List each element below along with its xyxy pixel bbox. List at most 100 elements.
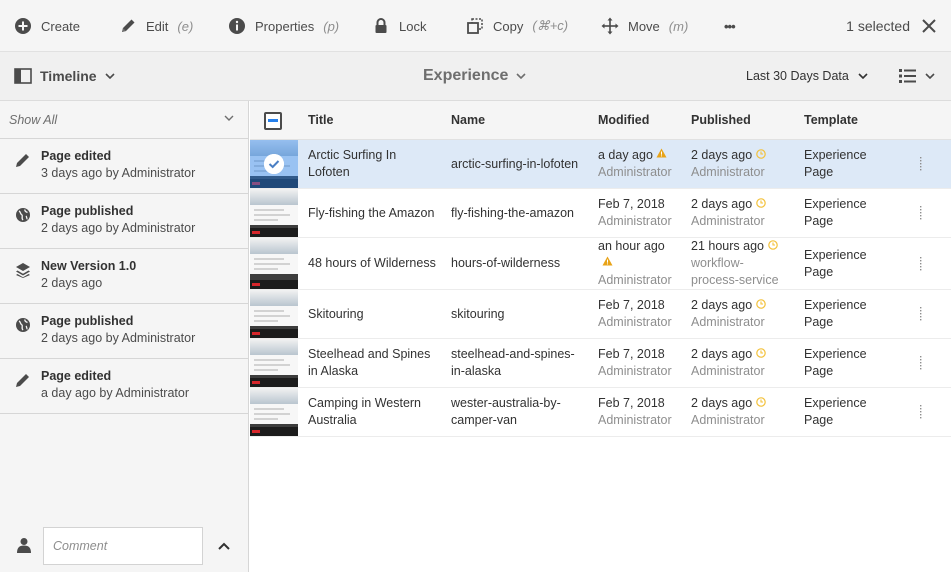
move-label: Move [628,18,660,34]
cell-published: 21 hours ago workflow-process-service [691,239,779,287]
table-row[interactable]: Fly-fishing the Amazon fly-fishing-the-am… [250,189,951,238]
timeline-item-meta: 2 days ago by Administrator [41,331,196,345]
create-label: Create [41,18,81,34]
copy-icon [466,17,484,35]
cell-modified: Feb 7, 2018 Administrator [598,396,672,427]
cell-title[interactable]: Fly-fishing the Amazon [308,205,448,222]
column-header-template[interactable]: Template [804,101,858,140]
page-thumbnail[interactable] [250,388,298,436]
cell-title[interactable]: Camping in Western Australia [308,395,448,429]
row-more-handle[interactable] [919,206,923,223]
close-selection-button[interactable] [921,18,937,34]
chevron-up-icon[interactable] [216,538,232,554]
thumbnail-image [250,238,298,289]
timeline-rail: Show All Page edited 3 days ago by Admin… [0,101,249,572]
properties-button[interactable]: Properties (p) [228,0,339,52]
chevron-down-icon [104,73,115,79]
view-switcher[interactable] [898,52,935,100]
column-header-modified[interactable]: Modified [598,101,649,140]
cell-name: arctic-surfing-in-lofoten [451,157,579,171]
row-more-handle[interactable] [919,356,923,373]
page-thumbnail[interactable] [250,339,298,387]
column-header-title[interactable]: Title [308,101,333,140]
chevron-down-icon [858,73,868,79]
page-title-label: Experience [423,67,509,84]
copy-button[interactable]: Copy (⌘+c) [466,0,568,52]
thumbnail-image [250,339,298,387]
header-toolbar: Timeline Experience Last 30 Days Data [0,52,951,101]
cell-title[interactable]: 48 hours of Wilderness [308,255,448,272]
properties-shortcut: (p) [323,18,340,34]
clock-icon [756,397,766,407]
comment-input[interactable] [43,527,203,565]
timeline-item[interactable]: Page published 2 days ago by Administrat… [0,194,248,249]
create-button[interactable]: Create [14,0,80,52]
timeline-item-meta: 3 days ago by Administrator [41,166,196,180]
drag-handle-icon [920,405,922,419]
timeline-filter-dropdown[interactable]: Show All [0,101,248,139]
add-circle-icon [14,17,32,35]
timeline-item[interactable]: Page edited a day ago by Administrator [0,359,248,414]
comment-area [0,526,248,572]
table-row[interactable]: Skitouring skitouring Feb 7, 2018 Administr… [250,290,951,339]
cell-title[interactable]: Steelhead and Spines in Alaska [308,346,448,380]
cell-template: Experience Page [804,396,867,427]
clock-icon [756,149,766,159]
pencil-icon [16,154,29,167]
timeline-item-title: Page edited [41,149,112,163]
pencil-icon [119,17,137,35]
cell-modified: Feb 7, 2018 Administrator [598,298,672,329]
timeline-item-title: New Version 1.0 [41,259,137,273]
row-more-handle[interactable] [919,307,923,324]
cell-template: Experience Page [804,347,867,378]
cell-title[interactable]: Skitouring [308,306,448,323]
drag-handle-icon [920,257,922,271]
globe-icon [16,208,30,222]
row-more-handle[interactable] [919,405,923,422]
timeline-item[interactable]: New Version 1.0 2 days ago [0,249,248,304]
close-icon [922,19,936,33]
rail-toggle[interactable]: Timeline [14,52,115,100]
cell-modified: a day ago Administrator [598,148,672,179]
rail-label: Timeline [40,68,97,84]
edit-label: Edit [146,18,169,34]
thumbnail-image [250,388,298,436]
chevron-down-icon [925,73,935,79]
move-icon [601,17,619,35]
page-thumbnail[interactable] [250,189,298,237]
page-thumbnail[interactable] [250,238,298,289]
table-row[interactable]: Arctic Surfing In Lofoten arctic-surfing-i… [250,140,951,189]
row-more-handle[interactable] [919,157,923,174]
table-row[interactable]: Steelhead and Spines in Alaska steelhead-a… [250,339,951,388]
edit-button[interactable]: Edit (e) [119,0,193,52]
page-title[interactable]: Experience [423,52,526,100]
clock-icon [756,299,766,309]
info-icon [228,17,246,35]
edit-shortcut: (e) [177,18,194,34]
timeline-item[interactable]: Page published 2 days ago by Administrat… [0,304,248,359]
cell-title[interactable]: Arctic Surfing In Lofoten [308,147,448,181]
move-button[interactable]: Move (m) [601,0,688,52]
select-all-checkbox[interactable] [264,112,282,130]
chevron-down-icon [516,73,526,79]
clock-icon [756,348,766,358]
more-actions-button[interactable]: ••• [724,0,736,52]
column-header-name[interactable]: Name [451,101,485,140]
checkmark-icon [264,154,284,174]
page-thumbnail[interactable] [250,290,298,338]
lock-label: Lock [399,18,427,34]
date-range-dropdown[interactable]: Last 30 Days Data [746,52,868,100]
column-header-published[interactable]: Published [691,101,751,140]
properties-label: Properties [255,18,315,34]
copy-shortcut: (⌘+c) [532,18,569,33]
cell-template: Experience Page [804,148,867,179]
lock-button[interactable]: Lock [372,0,426,52]
table-row[interactable]: Camping in Western Australia wester-austra… [250,388,951,437]
cell-published: 2 days ago Administrator [691,298,766,329]
row-more-handle[interactable] [919,257,923,274]
clock-icon [756,198,766,208]
cell-name: hours-of-wilderness [451,256,561,270]
timeline-item-meta: 2 days ago by Administrator [41,221,196,235]
table-row[interactable]: 48 hours of Wilderness hours-of-wildernes… [250,238,951,290]
timeline-item[interactable]: Page edited 3 days ago by Administrator [0,139,248,194]
